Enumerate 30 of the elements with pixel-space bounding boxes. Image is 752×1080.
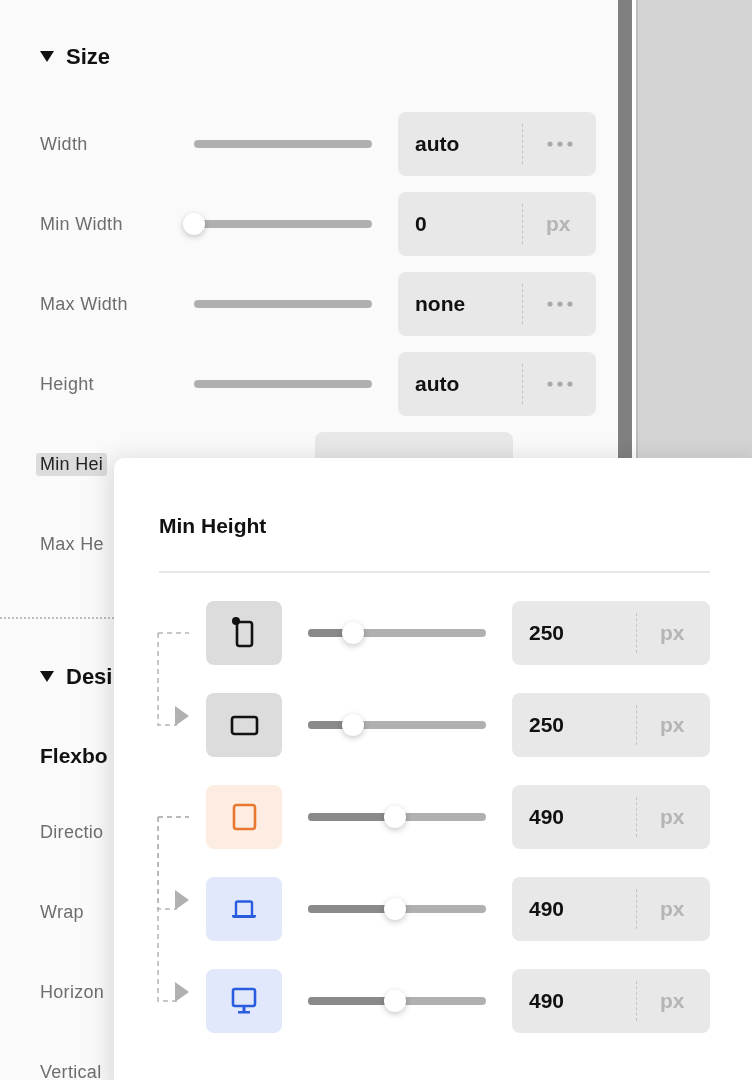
property-label: Horizon xyxy=(40,981,106,1003)
value-field[interactable]: auto xyxy=(398,352,596,416)
property-label: Max Width xyxy=(40,293,129,315)
group-title: Flexbo xyxy=(40,743,109,769)
section-title: Size xyxy=(66,44,111,70)
value-field[interactable]: auto xyxy=(398,112,596,176)
more-icon[interactable] xyxy=(547,301,573,307)
property-label: Directio xyxy=(40,821,105,843)
slider-thumb[interactable] xyxy=(384,990,407,1012)
property-label: Wrap xyxy=(40,901,85,923)
caret-icon[interactable] xyxy=(40,671,54,683)
device-button[interactable] xyxy=(206,601,282,665)
caret-icon[interactable] xyxy=(40,51,54,63)
popover-title: Min Height xyxy=(159,513,268,539)
property-label: Height xyxy=(40,373,95,395)
device-button[interactable] xyxy=(206,693,282,757)
slider-thumb[interactable] xyxy=(341,714,364,736)
property-label: Width xyxy=(40,133,89,155)
slider-thumb[interactable] xyxy=(183,213,205,235)
value-field[interactable]: none xyxy=(398,272,596,336)
section-title: Desi xyxy=(66,664,113,690)
property-label: Min Hei xyxy=(36,452,108,476)
property-label: Vertical xyxy=(40,1061,103,1080)
more-icon[interactable] xyxy=(547,141,573,147)
slider-thumb[interactable] xyxy=(384,806,407,828)
slider-thumb[interactable] xyxy=(341,622,364,644)
property-label: Min Width xyxy=(40,213,124,235)
more-icon[interactable] xyxy=(547,381,573,387)
slider-thumb[interactable] xyxy=(384,898,407,920)
property-label: Max He xyxy=(40,533,105,555)
